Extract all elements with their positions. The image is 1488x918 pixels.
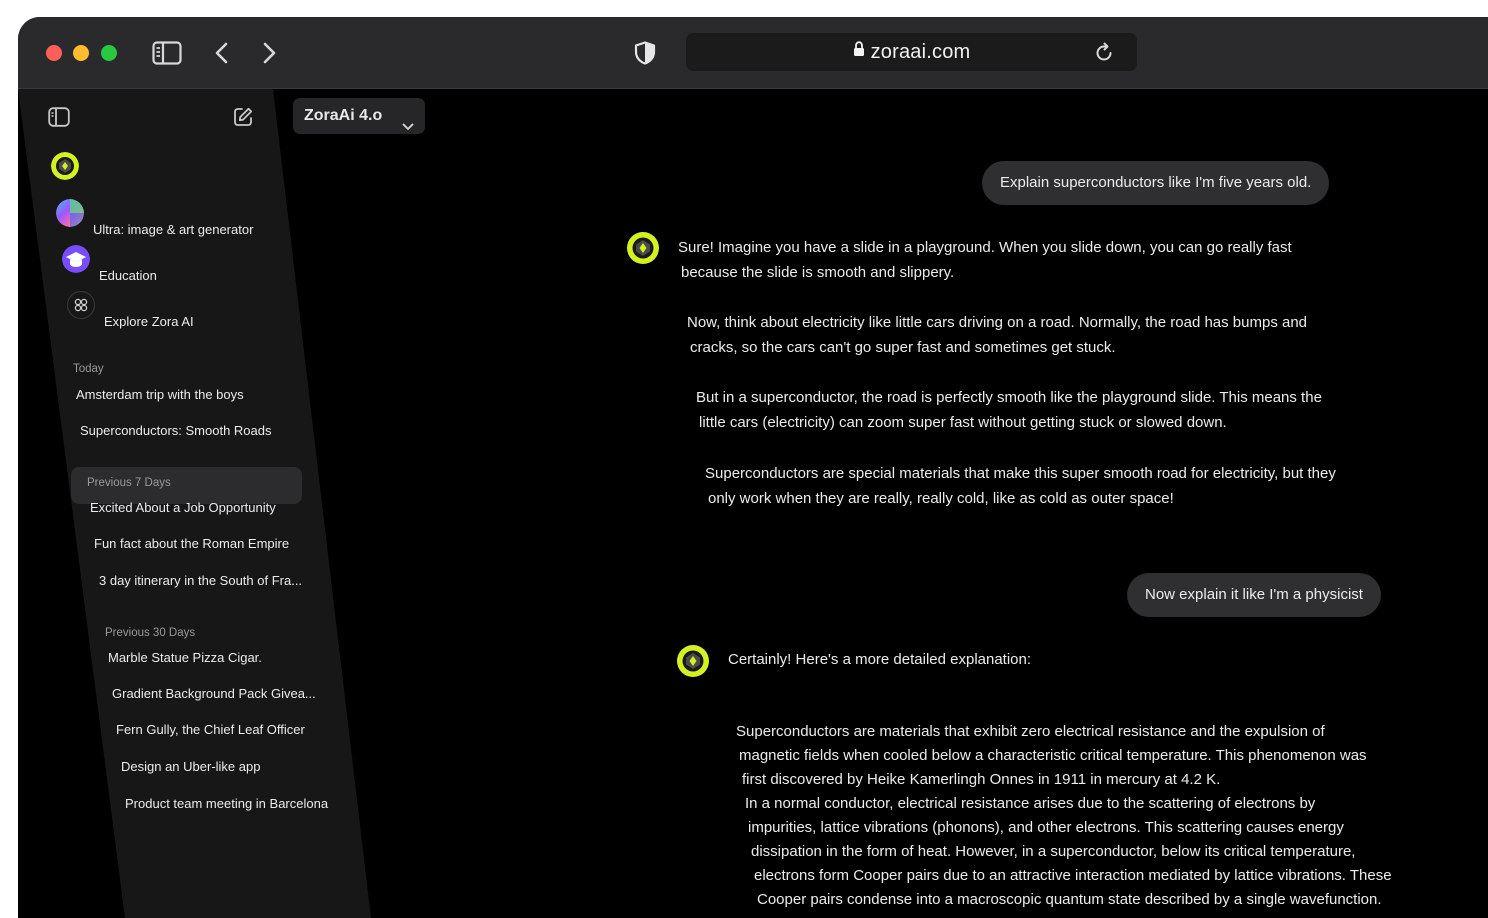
history-item[interactable]: Gradient Background Pack Givea... bbox=[112, 686, 316, 701]
url-text: zoraai.com bbox=[870, 41, 971, 63]
sidebar-item-ultra[interactable]: Ultra: image & art generator bbox=[93, 222, 253, 237]
history-item[interactable]: Design an Uber-like app bbox=[121, 759, 260, 774]
assistant-text: Cooper pairs condense into a macroscopic… bbox=[757, 891, 1382, 908]
assistant-text: In a normal conductor, electrical resist… bbox=[745, 795, 1316, 812]
assistant-text: cracks, so the cars can't go super fast … bbox=[690, 339, 1116, 356]
assistant-text: only work when they are really, really c… bbox=[708, 490, 1174, 507]
lock-icon bbox=[853, 32, 865, 70]
chevron-down-icon bbox=[402, 110, 414, 146]
back-icon[interactable] bbox=[214, 42, 230, 64]
history-item[interactable]: Marble Statue Pizza Cigar. bbox=[108, 650, 262, 665]
assistant-text: Certainly! Here's a more detailed explan… bbox=[728, 651, 1032, 668]
assistant-text: But in a superconductor, the road is per… bbox=[696, 389, 1322, 406]
history-item-active[interactable]: Superconductors: Smooth Roads bbox=[80, 423, 272, 438]
history-item[interactable]: 3 day itinerary in the South of Fra... bbox=[99, 573, 302, 588]
education-icon bbox=[62, 245, 90, 273]
close-sidebar-icon[interactable] bbox=[48, 107, 70, 127]
assistant-text: electrons form Cooper pairs due to an at… bbox=[754, 867, 1392, 884]
explore-grid-icon bbox=[67, 291, 95, 319]
history-item[interactable]: Fun fact about the Roman Empire bbox=[94, 536, 289, 551]
browser-titlebar: zoraai.com bbox=[18, 17, 1488, 89]
model-selector[interactable]: ZoraAi 4.o bbox=[293, 98, 425, 134]
user-message: Explain superconductors like I'm five ye… bbox=[982, 161, 1330, 205]
sidebar-item-education[interactable]: Education bbox=[99, 268, 157, 283]
zoom-window-button[interactable] bbox=[101, 45, 117, 61]
assistant-text: dissipation in the form of heat. However… bbox=[751, 843, 1356, 860]
assistant-text: first discovered by Heike Kamerlingh Onn… bbox=[742, 771, 1221, 788]
assistant-text: impurities, lattice vibrations (phonons)… bbox=[748, 819, 1344, 836]
address-bar[interactable]: zoraai.com bbox=[686, 33, 1137, 71]
history-item[interactable]: Product team meeting in Barcelona bbox=[125, 796, 328, 811]
sidebar-item-explore[interactable]: Explore Zora AI bbox=[104, 314, 194, 329]
assistant-text: Now, think about electricity like little… bbox=[687, 314, 1308, 331]
assistant-text: magnetic fields when cooled below a char… bbox=[739, 747, 1367, 764]
section-heading-today: Today bbox=[73, 363, 104, 375]
history-item[interactable]: Amsterdam trip with the boys bbox=[76, 387, 244, 402]
sidebar: Ultra: image & art generator Education E… bbox=[18, 89, 371, 918]
close-window-button[interactable] bbox=[46, 45, 62, 61]
forward-icon[interactable] bbox=[261, 42, 277, 64]
zora-logo-icon[interactable] bbox=[51, 152, 79, 180]
history-item[interactable]: Fern Gully, the Chief Leaf Officer bbox=[116, 722, 305, 737]
section-heading-30-days: Previous 30 Days bbox=[105, 627, 196, 639]
user-message: Now explain it like I'm a physicist bbox=[1127, 573, 1381, 617]
assistant-text: Superconductors are special materials th… bbox=[705, 465, 1336, 482]
assistant-avatar-icon bbox=[677, 645, 709, 677]
new-chat-icon[interactable] bbox=[232, 106, 254, 128]
section-heading-7-days: Previous 7 Days bbox=[87, 477, 171, 489]
minimize-window-button[interactable] bbox=[73, 45, 89, 61]
ultra-gpt-icon bbox=[56, 199, 84, 227]
assistant-text: Sure! Imagine you have a slide in a play… bbox=[678, 239, 1292, 256]
history-item[interactable]: Excited About a Job Opportunity bbox=[90, 500, 276, 515]
assistant-avatar-icon bbox=[627, 232, 659, 264]
assistant-text: little cars (electricity) can zoom super… bbox=[699, 414, 1227, 431]
model-name: ZoraAi 4.o bbox=[304, 107, 383, 124]
assistant-text: Superconductors are materials that exhib… bbox=[736, 723, 1325, 740]
browser-window: zoraai.com Ultra: image & art generator … bbox=[18, 17, 1488, 918]
reload-icon[interactable] bbox=[1094, 41, 1114, 63]
assistant-text: because the slide is smooth and slippery… bbox=[681, 264, 955, 281]
sidebar-toggle-icon[interactable] bbox=[152, 41, 182, 65]
shield-icon[interactable] bbox=[634, 41, 656, 65]
